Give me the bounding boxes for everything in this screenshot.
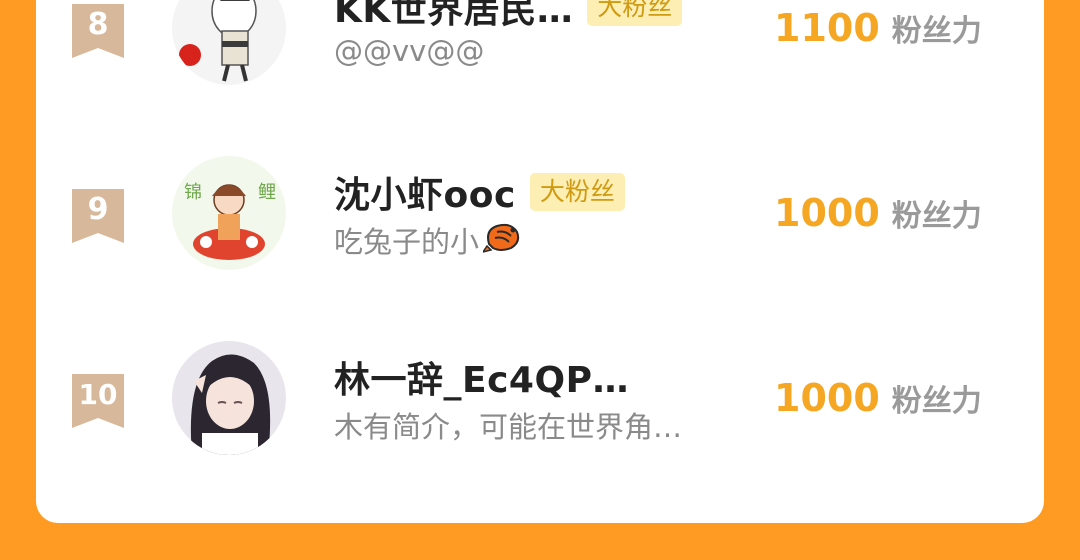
rank-ribbon-icon: 9 [72, 189, 124, 243]
user-bio: @@vv@@ [334, 34, 485, 68]
rank-number: 9 [87, 192, 109, 227]
user-name[interactable]: 林一辞_Ec4QP… [334, 351, 629, 403]
avatar[interactable] [172, 0, 286, 85]
user-name-line: 林一辞_Ec4QP… [334, 351, 629, 403]
user-name-line: KK世界居民… 大粉丝 [334, 0, 683, 33]
rank-number: 10 [78, 378, 118, 411]
shrimp-icon [481, 220, 523, 261]
user-name-line: 沈小虾ooc 大粉丝 [334, 166, 625, 218]
score-unit: 粉丝力 [891, 199, 982, 234]
fan-power-score: 1000 粉丝力 [774, 374, 982, 422]
score-value: 1000 [774, 376, 880, 420]
fan-level-badge: 大粉丝 [587, 0, 683, 26]
score-value: 1000 [774, 191, 880, 235]
score-unit: 粉丝力 [891, 14, 982, 49]
svg-text:鲤: 鲤 [258, 182, 276, 203]
user-name[interactable]: 沈小虾ooc [334, 166, 516, 218]
user-name[interactable]: KK世界居民… [334, 0, 573, 33]
ranking-row[interactable]: 9 锦 鲤 沈小虾ooc 大粉丝 吃兔子的小 1000 粉丝力 [36, 145, 1044, 275]
rank-ribbon-icon: 10 [72, 374, 124, 428]
fan-power-score: 1000 粉丝力 [774, 189, 982, 237]
fan-level-badge: 大粉丝 [529, 173, 625, 211]
score-unit: 粉丝力 [891, 384, 982, 419]
user-bio: 木有简介，可能在世界角… [334, 410, 683, 444]
score-value: 1100 [774, 6, 880, 50]
rank-ribbon-icon: 8 [72, 4, 124, 58]
user-bio: 吃兔子的小 [334, 219, 523, 261]
fan-power-score: 1100 粉丝力 [774, 4, 982, 52]
rank-number: 8 [87, 7, 109, 42]
avatar[interactable]: 锦 鲤 [172, 156, 286, 270]
ranking-row[interactable]: 8 KK世界居民… 大粉丝 @@vv@@ 1100 粉丝力 [36, 0, 1044, 90]
avatar[interactable] [172, 341, 286, 455]
ranking-row[interactable]: 10 林一辞_Ec4QP… 木有简介，可能在世界角… 1000 粉丝力 [36, 330, 1044, 460]
svg-text:锦: 锦 [184, 182, 202, 203]
bio-text: 吃兔子的小 [334, 225, 480, 259]
ranking-card: 8 KK世界居民… 大粉丝 @@vv@@ 1100 粉丝力 9 锦 鲤 沈小虾o… [36, 0, 1044, 523]
